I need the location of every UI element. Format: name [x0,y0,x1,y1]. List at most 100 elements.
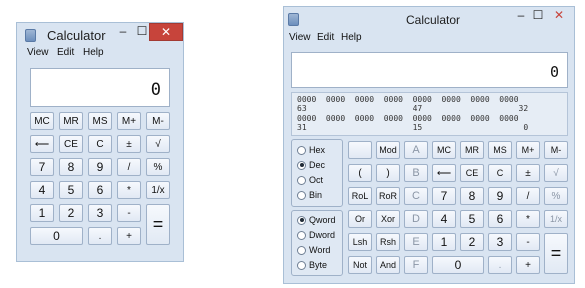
radio-qword[interactable]: Qword [297,215,336,225]
mod-button[interactable]: Mod [376,141,400,159]
open-paren-button[interactable]: ( [348,164,372,182]
ce-button[interactable]: CE [59,135,83,153]
title-bar[interactable]: Calculator – ☐ ✕ [17,23,183,45]
menu-edit[interactable]: Edit [57,47,74,58]
bit-row-low: 0000 0000 0000 0000 0000 0000 0000 0000 [297,114,519,123]
radio-hex[interactable]: Hex [297,145,325,155]
m-minus-button[interactable]: M- [544,141,568,159]
clear-button[interactable]: C [88,135,112,153]
reciprocal-button[interactable]: 1/x [544,210,568,228]
digit-0-button[interactable]: 0 [432,256,484,274]
digit-0-button[interactable]: 0 [30,227,83,245]
ror-button[interactable]: RoR [376,187,400,205]
digit-7-button[interactable]: 7 [30,158,54,176]
menu-view[interactable]: View [289,32,311,43]
digit-5-button[interactable]: 5 [460,210,484,228]
menu-help[interactable]: Help [83,47,104,58]
rsh-button[interactable]: Rsh [376,233,400,251]
m-plus-button[interactable]: M+ [516,141,540,159]
radio-word[interactable]: Word [297,245,330,255]
sqrt-button[interactable]: √ [146,135,170,153]
digit-3-button[interactable]: 3 [88,204,112,222]
mr-button[interactable]: MR [460,141,484,159]
radio-dec[interactable]: Dec [297,160,325,170]
hex-b-button[interactable]: B [404,164,428,182]
subtract-button[interactable]: - [117,204,141,222]
m-minus-button[interactable]: M- [146,112,170,130]
digit-2-button[interactable]: 2 [460,233,484,251]
radio-bin[interactable]: Bin [297,190,322,200]
plus-minus-button[interactable]: ± [516,164,540,182]
hex-f-button[interactable]: F [404,256,428,274]
radio-circle-icon [297,230,306,240]
radio-oct[interactable]: Oct [297,175,323,185]
binary-bit-panel: 0000 0000 0000 0000 0000 0000 0000 0000 … [291,92,568,136]
close-button[interactable]: ✕ [546,7,572,25]
or-button[interactable]: Or [348,210,372,228]
sqrt-button[interactable]: √ [544,164,568,182]
radio-byte[interactable]: Byte [297,260,327,270]
minimize-button[interactable]: – [512,7,530,25]
hex-a-button[interactable]: A [404,141,428,159]
reciprocal-button[interactable]: 1/x [146,181,170,199]
digit-9-button[interactable]: 9 [488,187,512,205]
equals-button[interactable]: = [146,204,170,245]
not-button[interactable]: Not [348,256,372,274]
close-paren-button[interactable]: ) [376,164,400,182]
digit-1-button[interactable]: 1 [432,233,456,251]
ms-button[interactable]: MS [88,112,112,130]
divide-button[interactable]: / [516,187,540,205]
xor-button[interactable]: Xor [376,210,400,228]
result-display: 0 [291,52,568,88]
ce-button[interactable]: CE [460,164,484,182]
menu-edit[interactable]: Edit [317,32,334,43]
digit-2-button[interactable]: 2 [59,204,83,222]
menu-help[interactable]: Help [341,32,362,43]
blank-button[interactable] [348,141,372,159]
add-button[interactable]: + [117,227,141,245]
digit-3-button[interactable]: 3 [488,233,512,251]
mr-button[interactable]: MR [59,112,83,130]
subtract-button[interactable]: - [516,233,540,251]
digit-5-button[interactable]: 5 [59,181,83,199]
percent-button[interactable]: % [544,187,568,205]
multiply-button[interactable]: * [516,210,540,228]
decimal-button[interactable]: . [488,256,512,274]
divide-button[interactable]: / [117,158,141,176]
mc-button[interactable]: MC [30,112,54,130]
backspace-button[interactable]: ⟵ [432,164,456,182]
digit-1-button[interactable]: 1 [30,204,54,222]
hex-c-button[interactable]: C [404,187,428,205]
backspace-button[interactable]: ⟵ [30,135,54,153]
digit-4-button[interactable]: 4 [30,181,54,199]
hex-e-button[interactable]: E [404,233,428,251]
and-button[interactable]: And [376,256,400,274]
digit-6-button[interactable]: 6 [488,210,512,228]
rol-button[interactable]: RoL [348,187,372,205]
menu-view[interactable]: View [27,47,49,58]
decimal-button[interactable]: . [88,227,112,245]
plus-minus-button[interactable]: ± [117,135,141,153]
maximize-button[interactable]: ☐ [530,7,546,25]
digit-8-button[interactable]: 8 [460,187,484,205]
digit-6-button[interactable]: 6 [88,181,112,199]
word-size-group: Qword Dword Word Byte [291,210,343,276]
digit-7-button[interactable]: 7 [432,187,456,205]
digit-9-button[interactable]: 9 [88,158,112,176]
lsh-button[interactable]: Lsh [348,233,372,251]
equals-button[interactable]: = [544,233,568,274]
radio-dword[interactable]: Dword [297,230,335,240]
multiply-button[interactable]: * [117,181,141,199]
hex-d-button[interactable]: D [404,210,428,228]
ms-button[interactable]: MS [488,141,512,159]
minimize-button[interactable]: – [113,23,133,41]
digit-4-button[interactable]: 4 [432,210,456,228]
m-plus-button[interactable]: M+ [117,112,141,130]
title-bar[interactable]: Calculator – ☐ ✕ [284,7,574,29]
close-button[interactable]: ✕ [149,23,183,41]
digit-8-button[interactable]: 8 [59,158,83,176]
clear-button[interactable]: C [488,164,512,182]
add-button[interactable]: + [516,256,540,274]
mc-button[interactable]: MC [432,141,456,159]
percent-button[interactable]: % [146,158,170,176]
